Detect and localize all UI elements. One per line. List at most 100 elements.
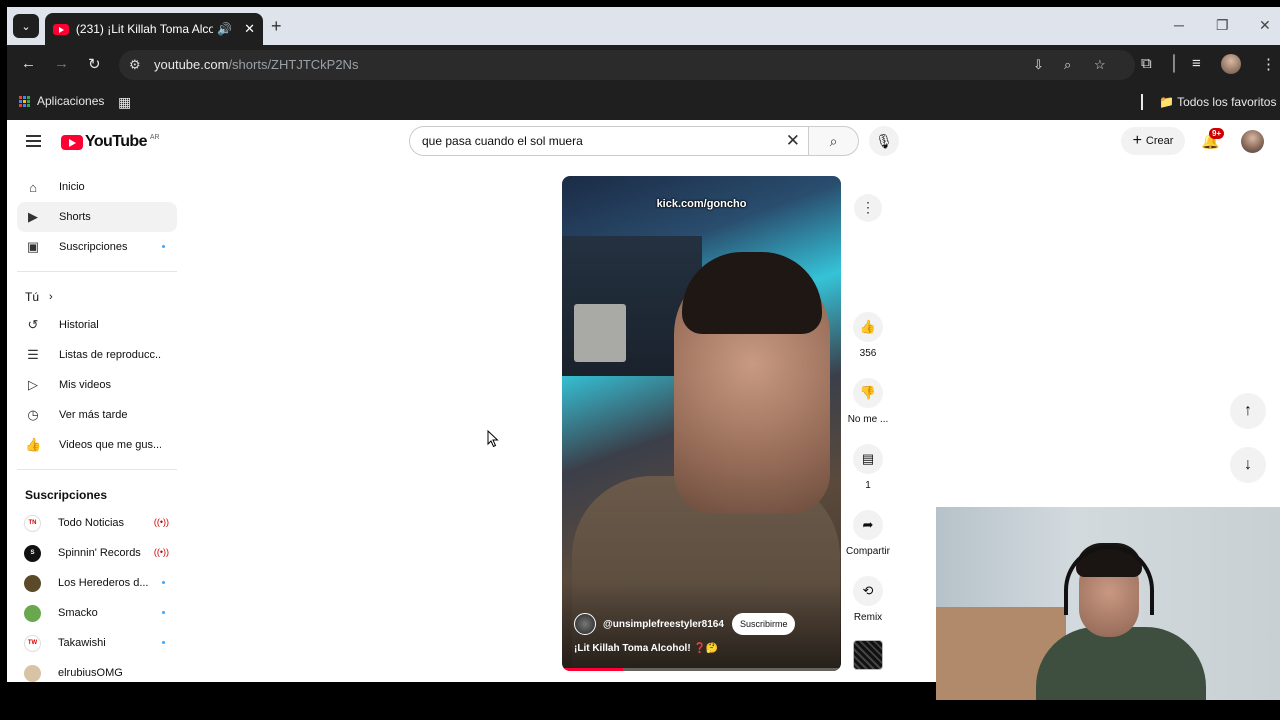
sidebar-item-label: Videos que me gus... xyxy=(59,439,161,451)
close-tab-icon[interactable]: ✕ xyxy=(244,21,255,37)
reload-icon[interactable]: ↻ xyxy=(88,55,101,73)
sidebar-item-los-herederos-d[interactable]: Los Herederos d... xyxy=(17,568,177,598)
sidebar-item-ver-m-s-tarde[interactable]: ◷ Ver más tarde xyxy=(17,400,177,430)
close-window-icon[interactable]: ✕ xyxy=(1259,17,1271,34)
video-progress-bar[interactable] xyxy=(562,668,841,671)
channel-avatar xyxy=(24,664,41,682)
apps-grid-icon xyxy=(19,95,30,107)
you-section-heading[interactable]: Tú › xyxy=(25,284,185,310)
media-control-icon[interactable]: ≡ xyxy=(1192,55,1201,72)
sidebar-item-label: Historial xyxy=(59,319,99,331)
history-icon: ↺ xyxy=(27,317,39,332)
dislike-action: 👎 No me ... xyxy=(843,378,893,425)
channel-avatar[interactable] xyxy=(574,613,596,635)
chevron-right-icon: › xyxy=(49,291,53,303)
sidebar-item-label: Suscripciones xyxy=(59,241,128,253)
sound-thumbnail[interactable] xyxy=(853,640,883,670)
screen-bottom-bar xyxy=(0,682,936,720)
microphone-icon: 🎙 xyxy=(875,132,893,149)
youtube-logo-icon xyxy=(61,134,83,150)
sidebar-item-listas-de-reproducc[interactable]: ☰ Listas de reproducc... xyxy=(17,340,177,370)
channel-avatar xyxy=(24,574,41,592)
sidebar-item-smacko[interactable]: Smacko xyxy=(17,598,177,628)
forward-icon[interactable]: → xyxy=(54,55,69,72)
browser-tab-active[interactable]: (231) ¡Lit Killah Toma Alcoh 🔊 ✕ xyxy=(45,13,263,45)
audio-playing-icon[interactable]: 🔊 xyxy=(217,22,232,36)
zoom-icon[interactable]: ⌕ xyxy=(1064,57,1071,73)
create-label: Crear xyxy=(1145,135,1174,147)
next-short-button[interactable]: ↓ xyxy=(1230,447,1266,483)
all-bookmarks-label: Todos los favoritos xyxy=(1177,95,1277,109)
back-icon[interactable]: ← xyxy=(21,55,36,72)
channel-avatar: TN xyxy=(24,514,41,532)
new-tab-icon[interactable]: + xyxy=(271,16,282,37)
sidebar-item-mis-videos[interactable]: ▷ Mis videos xyxy=(17,370,177,400)
all-bookmarks[interactable]: 📁 Todos los favoritos xyxy=(1159,95,1276,109)
short-title[interactable]: ¡Lit Killah Toma Alcohol! ❓🤔 xyxy=(574,643,718,654)
bookmark-apps[interactable]: Aplicaciones xyxy=(19,94,104,108)
sidebar-item-todo-noticias[interactable]: TN Todo Noticias ((•)) xyxy=(17,508,177,538)
sidebar-item-takawishi[interactable]: TW Takawishi xyxy=(17,628,177,658)
channel-name[interactable]: @unsimplefreestyler8164 xyxy=(603,619,724,630)
url-text: youtube.com/shorts/ZHTJTCkP2Ns xyxy=(154,57,358,72)
url-domain: youtube.com xyxy=(154,57,229,72)
tab-groups-icon[interactable]: ▦ xyxy=(118,94,131,111)
sidebar-item-suscripciones[interactable]: ▣ Suscripciones xyxy=(17,232,177,262)
dislike-button[interactable]: 👎 xyxy=(853,378,883,408)
youtube-logo[interactable]: YouTube AR xyxy=(61,133,160,151)
share-action: ➦ Compartir xyxy=(843,510,893,557)
more-options-icon[interactable]: ⋮ xyxy=(854,194,882,222)
sidebar-item-elrubiusomg[interactable]: elrubiusOMG xyxy=(17,658,177,682)
share-label: Compartir xyxy=(846,546,890,557)
bookmark-star-icon[interactable]: ☆ xyxy=(1094,57,1106,73)
mouse-cursor-icon xyxy=(487,430,499,448)
sidebar-item-label: Spinnin' Records xyxy=(58,547,141,559)
subscriptions-heading: Suscripciones xyxy=(25,488,108,502)
url-path: /shorts/ZHTJTCkP2Ns xyxy=(228,57,359,72)
sidebar-item-inicio[interactable]: ⌂ Inicio xyxy=(17,172,177,202)
sidebar-item-videos-que-me-gus[interactable]: 👍 Videos que me gus... xyxy=(17,430,177,460)
browser-menu-icon[interactable]: ⋮ xyxy=(1261,55,1276,73)
search-input[interactable] xyxy=(422,134,782,148)
watch-later-icon: ◷ xyxy=(27,407,39,422)
restore-icon[interactable]: ❐ xyxy=(1216,17,1229,34)
profile-avatar[interactable] xyxy=(1221,54,1241,74)
subscribe-button[interactable]: Suscribirme xyxy=(731,613,796,635)
bookmark-apps-label: Aplicaciones xyxy=(37,94,105,108)
install-app-icon[interactable]: ⇩ xyxy=(1033,57,1044,73)
sidebar-item-shorts[interactable]: ▶ Shorts xyxy=(17,202,177,232)
sidebar-item-historial[interactable]: ↺ Historial xyxy=(17,310,177,340)
webcam-person-body xyxy=(1036,627,1206,700)
like-button[interactable]: 👍 xyxy=(853,312,883,342)
toolbar-divider: │ xyxy=(1170,55,1180,72)
sidebar-item-label: Smacko xyxy=(58,607,98,619)
my-videos-icon: ▷ xyxy=(28,377,38,392)
new-content-dot xyxy=(162,581,165,584)
tab-search-button[interactable]: ⌄ xyxy=(13,14,39,38)
extensions-icon[interactable]: ⧉ xyxy=(1141,55,1152,72)
channel-avatar: TW xyxy=(24,634,41,652)
address-bar[interactable]: ⚙ youtube.com/shorts/ZHTJTCkP2Ns ⇩ ⌕ ☆ xyxy=(119,50,1135,80)
clear-search-icon[interactable]: ✕ xyxy=(786,131,800,151)
minimize-icon[interactable]: ─ xyxy=(1174,17,1184,33)
search-icon: ⌕ xyxy=(829,132,838,149)
comments-button[interactable]: ▤ xyxy=(853,444,883,474)
sidebar: ⌂ Inicio ▶ Shorts ▣ Suscripciones Tú › ↺ Histo… xyxy=(7,172,185,682)
voice-search-button[interactable]: 🎙 xyxy=(869,126,899,156)
arrow-down-icon: ↓ xyxy=(1244,456,1252,473)
bookmarks-separator xyxy=(1141,94,1143,110)
sidebar-item-spinnin-records[interactable]: S Spinnin' Records ((•)) xyxy=(17,538,177,568)
search-button[interactable]: ⌕ xyxy=(809,126,859,156)
account-avatar[interactable] xyxy=(1241,130,1264,153)
sidebar-item-label: Ver más tarde xyxy=(59,409,128,421)
previous-short-button[interactable]: ↑ xyxy=(1230,393,1266,429)
remix-action: ⟲ Remix xyxy=(843,576,893,623)
short-video-player[interactable]: kick.com/goncho @unsimplefreestyler8164 … xyxy=(562,176,841,671)
create-button[interactable]: + Crear xyxy=(1121,127,1185,155)
site-info-icon[interactable]: ⚙ xyxy=(129,57,141,73)
remix-button[interactable]: ⟲ xyxy=(853,576,883,606)
country-code: AR xyxy=(149,133,160,141)
menu-icon[interactable] xyxy=(26,135,41,147)
share-button[interactable]: ➦ xyxy=(853,510,883,540)
channel-avatar xyxy=(24,604,41,622)
